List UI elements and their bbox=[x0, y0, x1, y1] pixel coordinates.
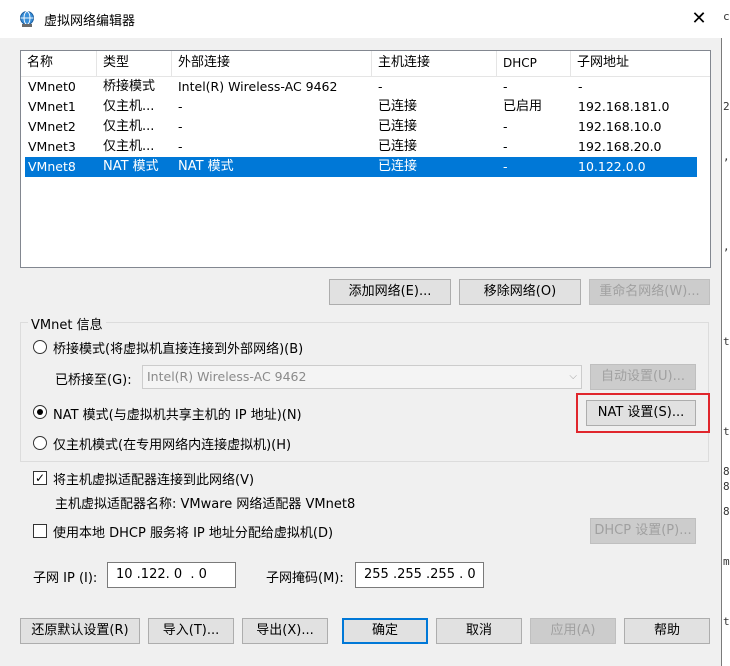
cell-dhcp: 已启用 bbox=[503, 99, 543, 114]
window-title: 虚拟网络编辑器 bbox=[44, 14, 136, 29]
cell-external: - bbox=[178, 119, 183, 134]
host-only-radio[interactable] bbox=[33, 436, 47, 450]
bridged-to-label: 已桥接至(G): bbox=[55, 373, 132, 388]
bridged-to-value: Intel(R) Wireless-AC 9462 bbox=[147, 369, 307, 384]
add-network-button[interactable]: 添加网络(E)... bbox=[329, 279, 451, 305]
cell-type: 桥接模式 bbox=[103, 79, 156, 94]
list-header: 名称 类型 外部连接 主机连接 DHCP 子网地址 bbox=[21, 51, 710, 77]
adapter-name-text: 主机虚拟适配器名称: VMware 网络适配器 VMnet8 bbox=[55, 497, 356, 512]
cell-dhcp: - bbox=[503, 139, 508, 154]
close-icon[interactable]: ✕ bbox=[682, 4, 716, 32]
apply-button[interactable]: 应用(A) bbox=[530, 618, 616, 644]
column-header-subnet[interactable]: 子网地址 bbox=[571, 51, 712, 77]
cell-type: 仅主机... bbox=[103, 99, 155, 114]
connect-adapter-label[interactable]: 将主机虚拟适配器连接到此网络(V) bbox=[53, 469, 254, 488]
cell-subnet: 192.168.181.0 bbox=[578, 99, 670, 114]
chevron-down-icon: ⌵ bbox=[569, 371, 577, 382]
cell-type: 仅主机... bbox=[103, 139, 155, 154]
cancel-button[interactable]: 取消 bbox=[436, 618, 522, 644]
cell-external: Intel(R) Wireless-AC 9462 bbox=[178, 79, 338, 94]
column-header-external[interactable]: 外部连接 bbox=[172, 51, 372, 77]
cell-host: 已连接 bbox=[378, 139, 418, 154]
subnet-ip-input[interactable]: 10 .122. 0 . 0 bbox=[107, 562, 236, 588]
dhcp-label[interactable]: 使用本地 DHCP 服务将 IP 地址分配给虚拟机(D) bbox=[53, 522, 333, 541]
cell-host: - bbox=[378, 79, 383, 94]
cell-name: VMnet1 bbox=[28, 99, 76, 114]
table-row[interactable]: VMnet2 仅主机... - 已连接 - 192.168.10.0 bbox=[25, 117, 697, 137]
cell-host: 已连接 bbox=[378, 99, 418, 114]
cell-type: 仅主机... bbox=[103, 119, 155, 134]
cell-name: VMnet2 bbox=[28, 119, 76, 134]
import-button[interactable]: 导入(T)... bbox=[148, 618, 234, 644]
connect-adapter-checkbox[interactable]: ✓ bbox=[33, 471, 47, 485]
nat-mode-label[interactable]: NAT 模式(与虚拟机共享主机的 IP 地址)(N) bbox=[53, 404, 302, 423]
virtual-network-editor-dialog: 虚拟网络编辑器 ✕ 名称 类型 外部连接 主机连接 DHCP 子网地址 VMne… bbox=[0, 0, 722, 666]
ok-button[interactable]: 确定 bbox=[342, 618, 428, 644]
cell-host: 已连接 bbox=[378, 119, 418, 134]
vmnet-info-title: VMnet 信息 bbox=[28, 314, 106, 333]
cell-subnet: 192.168.20.0 bbox=[578, 139, 662, 154]
column-header-type[interactable]: 类型 bbox=[97, 51, 172, 77]
table-row[interactable]: VMnet3 仅主机... - 已连接 - 192.168.20.0 bbox=[25, 137, 697, 157]
restore-defaults-button[interactable]: 还原默认设置(R) bbox=[20, 618, 140, 644]
column-header-name[interactable]: 名称 bbox=[21, 51, 97, 77]
title-bar: 虚拟网络编辑器 ✕ bbox=[0, 0, 722, 38]
background-window-strip: c 2 , , t t 8 8 8 m t bbox=[722, 0, 730, 666]
dhcp-settings-button[interactable]: DHCP 设置(P)... bbox=[590, 518, 696, 544]
bridged-mode-label[interactable]: 桥接模式(将虚拟机直接连接到外部网络)(B) bbox=[53, 338, 303, 357]
column-header-host[interactable]: 主机连接 bbox=[372, 51, 497, 77]
export-button[interactable]: 导出(X)... bbox=[242, 618, 328, 644]
auto-settings-button[interactable]: 自动设置(U)... bbox=[590, 364, 696, 390]
cell-name: VMnet3 bbox=[28, 139, 76, 154]
host-only-label[interactable]: 仅主机模式(在专用网络内连接虚拟机)(H) bbox=[53, 434, 291, 453]
cell-subnet: 10.122.0.0 bbox=[578, 159, 646, 174]
cell-type: NAT 模式 bbox=[103, 159, 159, 174]
subnet-ip-label: 子网 IP (I): bbox=[33, 571, 98, 586]
cell-external: - bbox=[178, 139, 183, 154]
help-button[interactable]: 帮助 bbox=[624, 618, 710, 644]
cell-host: 已连接 bbox=[378, 159, 418, 174]
table-row[interactable]: VMnet0 桥接模式 Intel(R) Wireless-AC 9462 - … bbox=[25, 77, 697, 97]
subnet-mask-input[interactable]: 255 .255 .255 . 0 bbox=[355, 562, 484, 588]
network-list[interactable]: 名称 类型 外部连接 主机连接 DHCP 子网地址 VMnet0 桥接模式 In… bbox=[20, 50, 711, 268]
cell-external: NAT 模式 bbox=[178, 159, 234, 174]
network-globe-icon bbox=[20, 11, 34, 27]
cell-dhcp: - bbox=[503, 119, 508, 134]
table-row-selected[interactable]: VMnet8 NAT 模式 NAT 模式 已连接 - 10.122.0.0 bbox=[25, 157, 697, 177]
checkmark-icon: ✓ bbox=[34, 471, 46, 485]
rename-network-button[interactable]: 重命名网络(W)... bbox=[589, 279, 710, 305]
cell-subnet: 192.168.10.0 bbox=[578, 119, 662, 134]
cell-dhcp: - bbox=[503, 79, 508, 94]
annotation-highlight-box bbox=[576, 393, 710, 433]
cell-name: VMnet8 bbox=[28, 159, 76, 174]
bridged-mode-radio[interactable] bbox=[33, 340, 47, 354]
subnet-mask-label: 子网掩码(M): bbox=[266, 571, 344, 586]
cell-subnet: - bbox=[578, 79, 583, 94]
cell-name: VMnet0 bbox=[28, 79, 76, 94]
dhcp-checkbox[interactable] bbox=[33, 524, 47, 538]
cell-external: - bbox=[178, 99, 183, 114]
cell-dhcp: - bbox=[503, 159, 508, 174]
column-header-dhcp[interactable]: DHCP bbox=[497, 51, 571, 77]
table-row[interactable]: VMnet1 仅主机... - 已连接 已启用 192.168.181.0 bbox=[25, 97, 697, 117]
bridged-to-select[interactable]: Intel(R) Wireless-AC 9462 ⌵ bbox=[142, 365, 582, 389]
nat-mode-radio[interactable] bbox=[33, 405, 47, 419]
remove-network-button[interactable]: 移除网络(O) bbox=[459, 279, 581, 305]
